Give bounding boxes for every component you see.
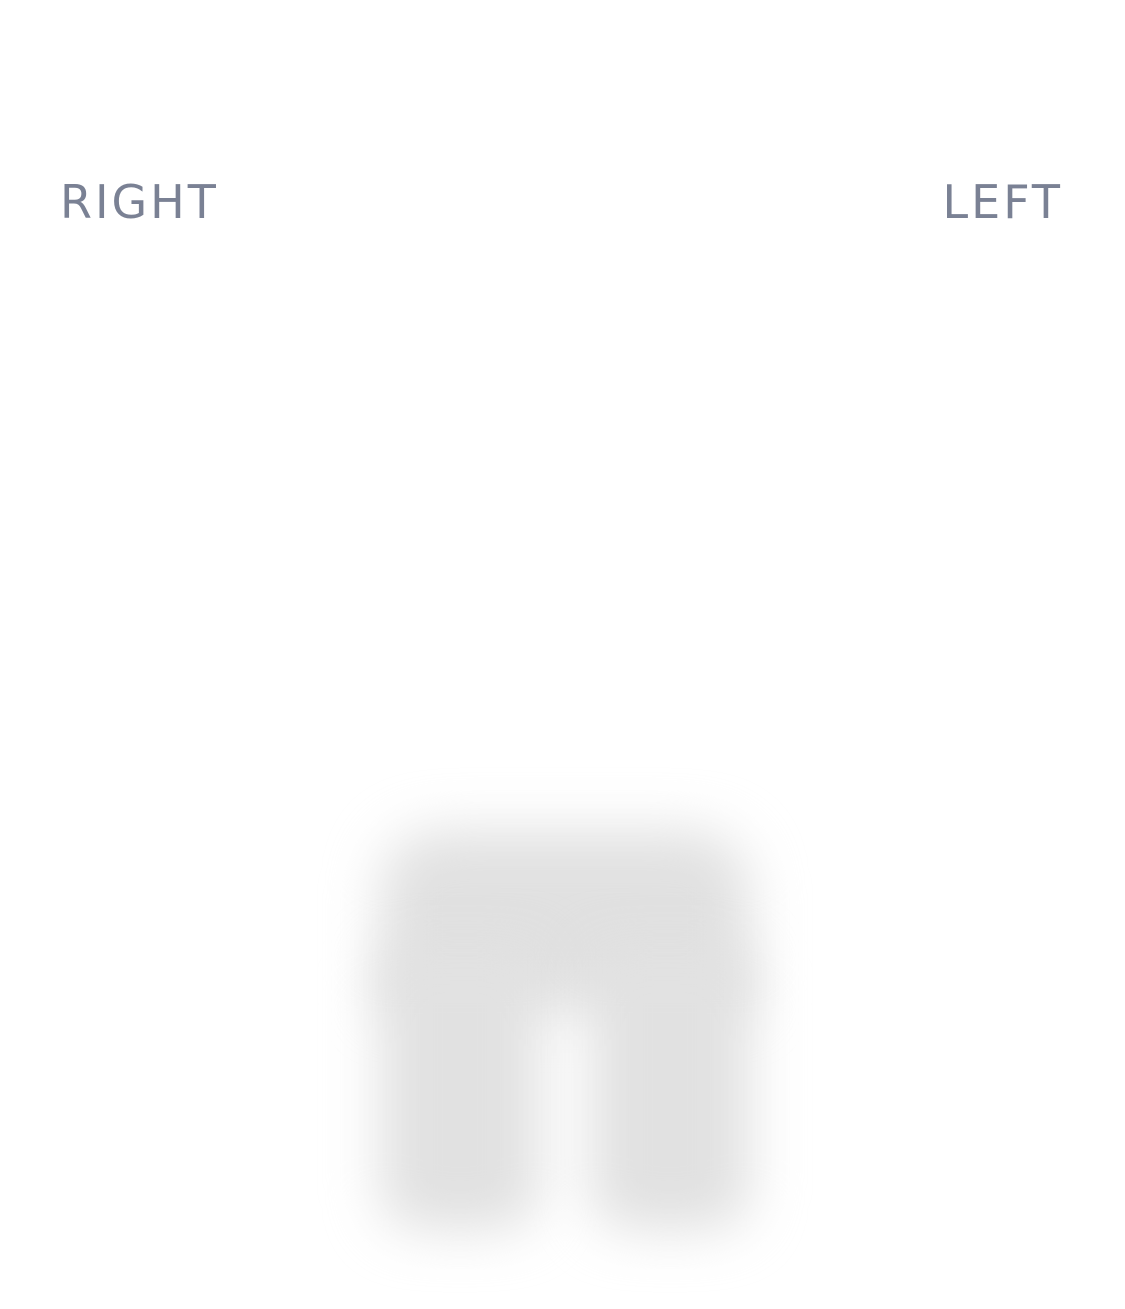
body-lower-silhouette-icon[interactable]: [300, 770, 830, 1300]
body-region-right-thigh[interactable]: [380, 950, 540, 1230]
side-label-left: LEFT: [942, 175, 1063, 229]
body-region-left-thigh[interactable]: [590, 950, 750, 1230]
side-label-right: RIGHT: [60, 175, 219, 229]
